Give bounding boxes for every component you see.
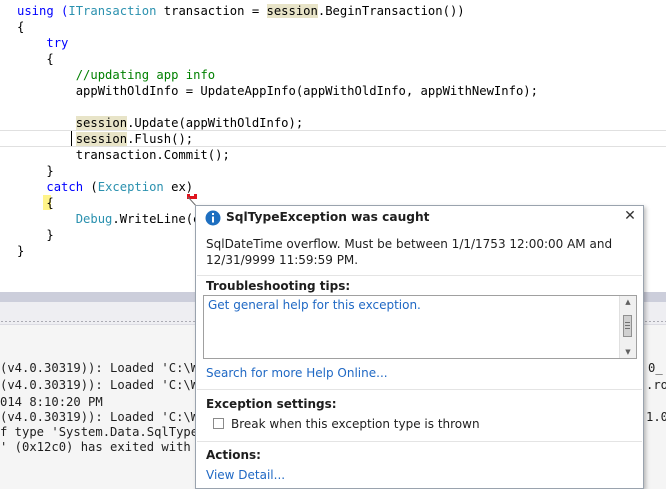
output-line: ' (0x12c0) has exited with c xyxy=(0,440,206,454)
code-token: .Update(appWithOldInfo); xyxy=(127,116,304,130)
code-line: { xyxy=(17,51,54,67)
code-line: transaction.Commit(); xyxy=(17,147,230,163)
code-line: try xyxy=(17,35,68,51)
code-token: .Flush(); xyxy=(127,132,194,146)
code-token: { xyxy=(17,196,54,210)
troubleshooting-tips-list[interactable]: Get general help for this exception. ▲ ▼ xyxy=(203,295,637,359)
tips-scrollbar[interactable]: ▲ ▼ xyxy=(619,296,636,358)
code-line: //updating app info xyxy=(17,67,215,83)
code-token: } xyxy=(17,164,54,178)
output-line: 014 8:10:20 PM xyxy=(0,395,103,409)
code-token: using ( xyxy=(17,4,69,18)
code-token: session xyxy=(75,132,128,146)
code-token: Exception xyxy=(97,180,164,194)
code-token: transaction = xyxy=(156,4,267,18)
code-token: } xyxy=(17,244,25,258)
code-token: try xyxy=(46,36,69,50)
scroll-up-icon[interactable]: ▲ xyxy=(620,296,636,308)
troubleshooting-tips-header: Troubleshooting tips: xyxy=(206,279,351,293)
code-line: } xyxy=(17,227,54,243)
code-token: appWithOldInfo = UpdateAppInfo(appWithOl… xyxy=(17,84,538,98)
code-token: session xyxy=(75,116,128,130)
info-icon xyxy=(205,210,221,226)
divider xyxy=(197,441,642,442)
code-token: catch xyxy=(46,180,84,194)
general-help-link[interactable]: Get general help for this exception. xyxy=(208,298,421,312)
divider xyxy=(197,389,642,390)
exception-title: SqlTypeException was caught xyxy=(226,210,430,224)
exception-settings-header: Exception settings: xyxy=(206,397,337,411)
code-token: transaction.Commit(); xyxy=(17,148,230,162)
view-detail-link[interactable]: View Detail... xyxy=(206,468,285,482)
break-on-exception-label[interactable]: Break when this exception type is thrown xyxy=(231,417,480,431)
exception-assistant-popup: SqlTypeException was caught ✕ SqlDateTim… xyxy=(195,205,644,489)
output-line: (v4.0.30319)): Loaded 'C:\Wi xyxy=(0,361,206,375)
code-line: } xyxy=(17,243,24,259)
exception-message: SqlDateTime overflow. Must be between 1/… xyxy=(206,237,613,267)
code-token: ex) xyxy=(163,180,194,194)
code-token: .WriteLine(ex xyxy=(112,212,208,226)
break-on-exception-checkbox[interactable] xyxy=(213,418,224,429)
output-line-tail: .roo xyxy=(646,378,666,392)
scroll-thumb[interactable] xyxy=(623,315,632,337)
code-line: session.Update(appWithOldInfo); xyxy=(17,115,303,131)
code-line: catch (Exception ex) xyxy=(17,179,193,195)
close-icon[interactable]: ✕ xyxy=(623,209,637,223)
code-line: { xyxy=(17,195,54,211)
code-line: session.Flush(); xyxy=(17,131,193,147)
code-token: } xyxy=(17,228,54,242)
code-token: .BeginTransaction()) xyxy=(317,4,465,18)
actions-header: Actions: xyxy=(206,448,261,462)
output-line: (v4.0.30319)): Loaded 'C:\Wi xyxy=(0,410,206,424)
text-caret xyxy=(71,131,72,146)
code-line: appWithOldInfo = UpdateAppInfo(appWithOl… xyxy=(17,83,538,99)
output-line-tail: 0_ xyxy=(648,361,663,375)
code-line: using (ITransaction transaction = sessio… xyxy=(17,3,465,19)
code-line: Debug.WriteLine(ex xyxy=(17,211,208,227)
scroll-down-icon[interactable]: ▼ xyxy=(620,346,636,358)
code-token: Debug xyxy=(75,212,113,226)
code-token: ( xyxy=(83,180,98,194)
output-line-tail: 1.0 xyxy=(646,410,666,424)
code-token: session xyxy=(266,4,318,18)
code-token: { xyxy=(17,52,54,66)
code-token: { xyxy=(17,20,25,34)
output-line: f type 'System.Data.SqlTypes xyxy=(0,425,206,439)
code-line: } xyxy=(17,163,54,179)
divider xyxy=(197,275,642,276)
code-token: //updating app info xyxy=(75,68,216,82)
output-line: (v4.0.30319)): Loaded 'C:\Wi xyxy=(0,378,206,392)
code-line: { xyxy=(17,19,24,35)
search-help-online-link[interactable]: Search for more Help Online... xyxy=(206,366,388,380)
code-token: ITransaction xyxy=(68,4,157,18)
